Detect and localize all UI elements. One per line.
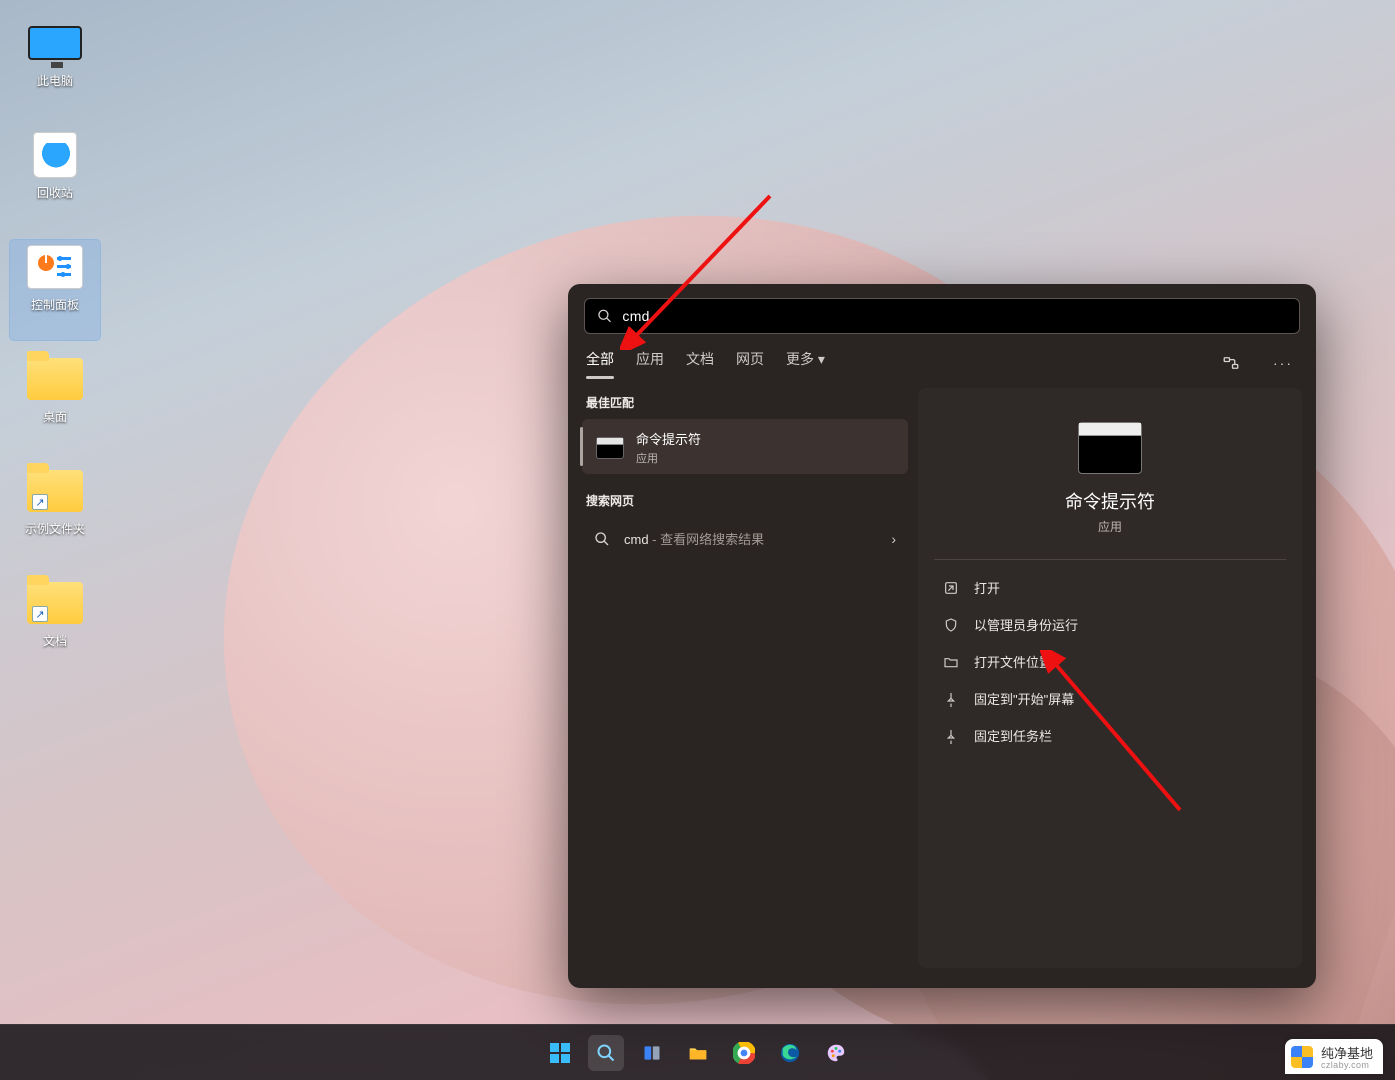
desktop-icon-control-panel[interactable]: 控制面板 — [10, 240, 100, 340]
taskbar-chrome[interactable] — [726, 1035, 762, 1071]
start-button[interactable] — [542, 1035, 578, 1071]
desktop-icon-recycle-bin[interactable]: 回收站 — [10, 128, 100, 228]
control-panel-icon — [27, 245, 83, 289]
tab-web[interactable]: 网页 — [736, 349, 764, 377]
recycle-bin-icon — [33, 132, 77, 178]
search-box[interactable] — [584, 298, 1300, 334]
search-icon — [594, 531, 610, 547]
shortcut-badge-icon: ↗ — [32, 606, 48, 622]
icon-label: 桌面 — [43, 408, 67, 425]
chevron-right-icon: › — [891, 531, 896, 547]
icon-label: 文档 — [43, 632, 67, 649]
tab-apps[interactable]: 应用 — [636, 349, 664, 377]
desktop-icon-this-pc[interactable]: 此电脑 — [10, 16, 100, 116]
section-best-match: 最佳匹配 — [586, 394, 904, 411]
result-best-match[interactable]: 命令提示符 应用 — [582, 419, 908, 474]
search-icon — [596, 1043, 616, 1063]
desktop-icon-folder-desktop[interactable]: 桌面 — [10, 352, 100, 452]
tab-more[interactable]: 更多 ▾ — [786, 349, 825, 377]
icon-label: 控制面板 — [31, 296, 79, 313]
ellipsis-icon: ··· — [1273, 355, 1293, 371]
folder-icon — [27, 358, 83, 400]
section-search-web: 搜索网页 — [586, 492, 904, 509]
action-label: 以管理员身份运行 — [974, 615, 1078, 634]
action-open[interactable]: 打开 — [934, 570, 1286, 605]
preview-title: 命令提示符 — [934, 488, 1286, 514]
shield-icon — [943, 617, 959, 633]
icon-label: 示例文件夹 — [25, 520, 85, 537]
scope-icon — [1222, 354, 1240, 372]
watermark-logo-icon — [1291, 1046, 1313, 1068]
search-panel: 全部 应用 文档 网页 更多 ▾ ··· 最佳匹配 命令提示符 应用 — [568, 284, 1316, 988]
search-tabs: 全部 应用 文档 网页 更多 ▾ ··· — [568, 344, 1316, 388]
chrome-icon — [733, 1042, 755, 1064]
folder-icon — [943, 654, 959, 670]
task-view-button[interactable] — [634, 1035, 670, 1071]
desktop-icon-folder-sample[interactable]: ↗ 示例文件夹 — [10, 464, 100, 564]
watermark-sub: czlaby.com — [1321, 1060, 1373, 1070]
action-pin-to-start[interactable]: 固定到"开始"屏幕 — [934, 681, 1286, 716]
action-run-as-admin[interactable]: 以管理员身份运行 — [934, 607, 1286, 642]
open-icon — [943, 580, 959, 596]
more-options-button[interactable]: ··· — [1268, 348, 1298, 378]
result-web-search[interactable]: cmd - 查看网络搜索结果 › — [582, 517, 908, 560]
terminal-icon — [1078, 422, 1142, 474]
desktop-icons: 此电脑 回收站 控制面板 桌面 ↗ 示例文件夹 ↗ 文档 — [10, 16, 100, 688]
action-label: 固定到"开始"屏幕 — [974, 689, 1074, 708]
terminal-icon — [596, 437, 624, 459]
monitor-icon — [28, 26, 82, 60]
task-view-icon — [642, 1043, 662, 1063]
best-match-title: 命令提示符 — [636, 429, 701, 448]
desktop-icon-folder-documents[interactable]: ↗ 文档 — [10, 576, 100, 676]
search-icon — [597, 308, 612, 324]
palette-icon — [825, 1042, 847, 1064]
result-preview: 命令提示符 应用 打开 以管理员身份运行 打开文件位置 — [918, 388, 1302, 968]
icon-label: 此电脑 — [37, 72, 73, 89]
preview-subtitle: 应用 — [934, 518, 1286, 535]
pin-icon — [943, 728, 959, 744]
action-label: 固定到任务栏 — [974, 726, 1052, 745]
action-open-file-location[interactable]: 打开文件位置 — [934, 644, 1286, 679]
tab-all[interactable]: 全部 — [586, 349, 614, 377]
best-match-subtitle: 应用 — [636, 450, 701, 466]
pin-icon — [943, 691, 959, 707]
icon-label: 回收站 — [37, 184, 73, 201]
desktop[interactable]: 此电脑 回收站 控制面板 桌面 ↗ 示例文件夹 ↗ 文档 — [0, 0, 1395, 1080]
tab-docs[interactable]: 文档 — [686, 349, 714, 377]
watermark-brand: 纯净基地 — [1321, 1046, 1373, 1061]
windows-logo-icon — [548, 1041, 572, 1065]
taskbar: 纯净基地 czlaby.com — [0, 1024, 1395, 1080]
action-label: 打开文件位置 — [974, 652, 1052, 671]
chevron-down-icon: ▾ — [818, 351, 825, 367]
watermark: 纯净基地 czlaby.com — [1285, 1039, 1383, 1074]
edge-icon — [779, 1042, 801, 1064]
search-input[interactable] — [622, 308, 1287, 324]
divider — [934, 559, 1286, 560]
shortcut-badge-icon: ↗ — [32, 494, 48, 510]
action-label: 打开 — [974, 578, 1000, 597]
folder-icon — [687, 1042, 709, 1064]
web-term: cmd — [624, 532, 649, 547]
taskbar-paint[interactable] — [818, 1035, 854, 1071]
taskbar-search-button[interactable] — [588, 1035, 624, 1071]
scope-button[interactable] — [1216, 348, 1246, 378]
web-suffix: - 查看网络搜索结果 — [649, 532, 765, 547]
taskbar-edge[interactable] — [772, 1035, 808, 1071]
taskbar-file-explorer[interactable] — [680, 1035, 716, 1071]
action-pin-to-taskbar[interactable]: 固定到任务栏 — [934, 718, 1286, 753]
